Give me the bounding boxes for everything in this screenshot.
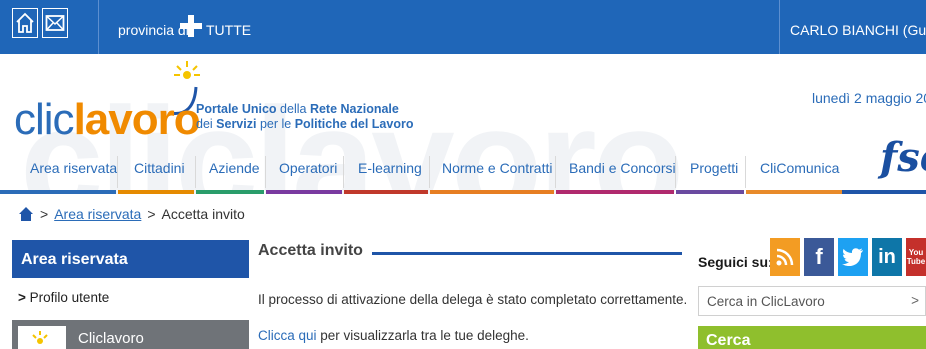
breadcrumb: > Area riservata > Accetta invito: [18, 206, 245, 222]
plus-icon[interactable]: [180, 15, 202, 37]
nav-label: Bandi e Concorsi: [569, 160, 676, 176]
nav-item-e-learning[interactable]: E-learning: [344, 156, 428, 194]
tagline-part: Politiche del Lavoro: [294, 117, 414, 131]
topbar-divider: [98, 0, 99, 54]
nav-item-norme-e-contratti[interactable]: Norme e Contratti: [430, 156, 554, 194]
nav-item-progetti[interactable]: Progetti: [676, 156, 744, 194]
breadcrumb-link-area-riservata[interactable]: Area riservata: [54, 206, 141, 222]
page-title: Accetta invito: [258, 242, 363, 259]
tagline-part: della: [276, 102, 310, 116]
linkedin-icon: in: [878, 245, 896, 268]
sidebar-title: Area riservata: [12, 240, 249, 278]
breadcrumb-current: Accetta invito: [161, 206, 245, 222]
site-tagline: Portale Unico della Rete Nazionale dei S…: [196, 102, 413, 132]
title-rule: [372, 252, 682, 255]
nav-label: Progetti: [690, 160, 739, 176]
social-label: Seguici su:: [698, 254, 773, 270]
nav-underline: [676, 190, 744, 194]
banner-text: Cliclavoro: [78, 330, 144, 347]
twitter-icon: [842, 248, 863, 266]
logo-sun-icon: [32, 331, 48, 344]
provincia-select[interactable]: TUTTE: [206, 22, 251, 38]
breadcrumb-separator: >: [147, 206, 156, 222]
rss-icon: [776, 248, 794, 266]
nav-item-cittadini[interactable]: Cittadini: [118, 156, 194, 194]
nav-underline: [118, 190, 194, 194]
youtube-icon: You Tube: [906, 248, 926, 266]
nav-label: CliComunica: [760, 160, 840, 176]
nav-underline: [344, 190, 428, 194]
chevron-right-icon[interactable]: >: [911, 293, 919, 308]
nav-underline: [746, 190, 842, 194]
nav-underline: [842, 190, 926, 194]
topbar-divider: [779, 0, 780, 54]
tagline-part: Servizi: [216, 117, 257, 131]
view-delegations-text: Clicca qui per visualizzarla tra le tue …: [258, 328, 529, 343]
breadcrumb-separator: >: [40, 206, 49, 222]
nav-underline: [266, 190, 342, 194]
view-delegations-rest: per visualizzarla tra le tue deleghe.: [316, 328, 529, 343]
cerca-panel-title: Cerca: [698, 326, 926, 349]
mail-icon: [45, 15, 65, 31]
nav-item-operatori[interactable]: Operatori: [266, 156, 342, 194]
nav-item-bandi-e-concorsi[interactable]: Bandi e Concorsi: [556, 156, 676, 194]
twitter-button[interactable]: [838, 238, 868, 276]
nav-underline: [0, 190, 116, 194]
user-name[interactable]: CARLO BIANCHI (Guest): [790, 22, 926, 38]
home-icon: [16, 12, 34, 33]
nav-label: Cittadini: [134, 160, 185, 176]
tagline-part: Portale Unico: [196, 102, 277, 116]
nav-underline: [196, 190, 264, 194]
current-date: lunedì 2 maggio 2016: [812, 90, 926, 106]
logo-clic: clic: [14, 95, 75, 144]
mail-button[interactable]: [42, 8, 68, 38]
tagline-part: Rete Nazionale: [309, 102, 399, 116]
search-placeholder: Cerca in ClicLavoro: [707, 294, 825, 309]
nav-underline: [430, 190, 554, 194]
tagline-part: dei: [196, 117, 217, 131]
rss-button[interactable]: [770, 238, 800, 276]
nav-underline: [556, 190, 674, 194]
banner-logo: [18, 326, 66, 349]
logo-lavoro: lavoro: [73, 95, 201, 144]
nav-label: Operatori: [279, 160, 338, 176]
facebook-button[interactable]: f: [804, 238, 834, 276]
sidebar-item-profilo-utente[interactable]: > Profilo utente: [18, 290, 109, 305]
nav-label: Norme e Contratti: [442, 160, 553, 176]
home-button[interactable]: [12, 8, 38, 38]
linkedin-button[interactable]: in: [872, 238, 902, 276]
nav-item-clicomunica[interactable]: CliComunica: [746, 156, 842, 194]
tagline-part: per le: [256, 117, 295, 131]
nav-label: Aziende: [209, 160, 260, 176]
nav-label: E-learning: [358, 160, 422, 176]
site-logo[interactable]: cliclavoro: [14, 95, 201, 144]
top-bar: provincia di: TUTTE CARLO BIANCHI (Guest…: [0, 0, 926, 54]
clicca-qui-link[interactable]: Clicca qui: [258, 328, 317, 343]
search-input[interactable]: Cerca in ClicLavoro >: [698, 286, 926, 316]
youtube-button[interactable]: You Tube: [906, 238, 926, 276]
facebook-icon: f: [815, 244, 823, 269]
nav-item-area-riservata[interactable]: Area riservata: [0, 156, 118, 194]
chevron-right-icon: >: [18, 290, 26, 305]
home-icon[interactable]: [18, 206, 34, 222]
nav-item-aziende[interactable]: Aziende: [196, 156, 264, 194]
success-message: Il processo di attivazione della delega …: [258, 292, 688, 307]
main-nav: Area riservata Cittadini Aziende Operato…: [0, 156, 926, 194]
nav-label: Area riservata: [30, 160, 118, 176]
sidebar-item-label: Profilo utente: [29, 290, 110, 305]
sidebar-banner[interactable]: Cliclavoro: [12, 320, 249, 349]
